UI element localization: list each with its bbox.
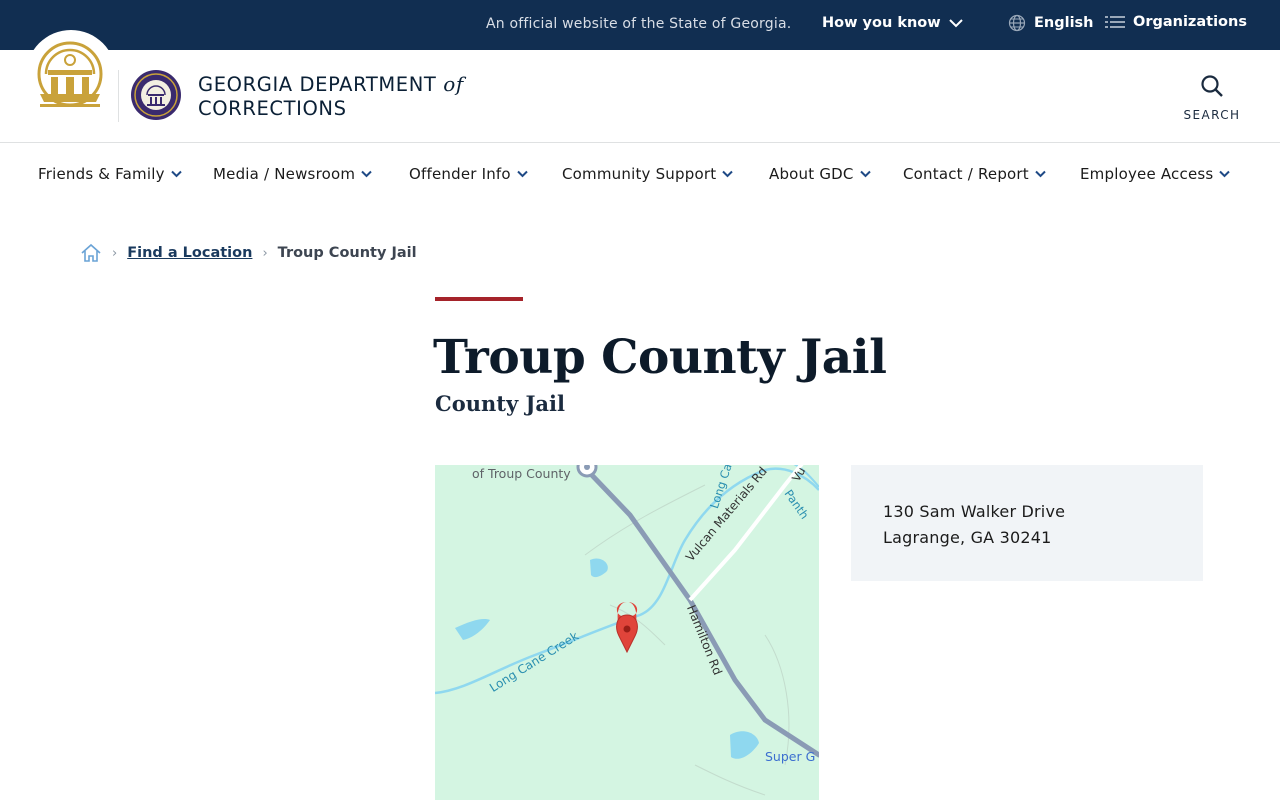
title-accent-bar (435, 297, 523, 301)
chevron-down-icon (859, 170, 871, 178)
nav-label: Media / Newsroom (213, 165, 356, 183)
agency-name-line2: CORRECTIONS (198, 97, 347, 120)
nav-employee-access[interactable]: Employee Access (1080, 165, 1231, 183)
location-map[interactable]: of Troup County Vulcan Materials Rd Hami… (435, 465, 819, 800)
main-navigation: Friends & Family Media / Newsroom Offend… (0, 143, 1280, 205)
nav-offender-info[interactable]: Offender Info (409, 165, 528, 183)
nav-label: About GDC (769, 165, 854, 183)
nav-media-newsroom[interactable]: Media / Newsroom (213, 165, 372, 183)
site-header: GEORGIA DEPARTMENT of CORRECTIONS SEARCH (0, 30, 1280, 143)
how-you-know-label: How you know (822, 15, 941, 31)
organizations-label: Organizations (1133, 14, 1247, 30)
search-button[interactable]: SEARCH (1180, 74, 1244, 122)
chevron-down-icon (170, 170, 182, 178)
nav-community-support[interactable]: Community Support (562, 165, 733, 183)
page-subtitle: County Jail (435, 391, 565, 416)
map-label-place: of Troup County (472, 466, 571, 481)
nav-label: Friends & Family (38, 165, 165, 183)
nav-about-gdc[interactable]: About GDC (769, 165, 871, 183)
georgia-seal-logo[interactable] (36, 40, 104, 118)
map-label-business: Super G (765, 749, 816, 764)
address-city: Lagrange, GA 30241 (883, 528, 1052, 547)
globe-icon (1008, 14, 1026, 32)
gdc-seal-logo[interactable] (130, 69, 182, 121)
search-icon (1201, 75, 1223, 97)
list-icon (1105, 16, 1125, 28)
chevron-down-icon (517, 170, 528, 178)
agency-name-of: of (443, 72, 464, 96)
chevron-down-icon (1035, 170, 1046, 178)
breadcrumb-current: Troup County Jail (277, 245, 417, 261)
chevron-down-icon (948, 19, 963, 28)
breadcrumb-find-location-link[interactable]: Find a Location (127, 245, 252, 261)
breadcrumb-separator-icon: › (112, 245, 118, 261)
chevron-down-icon (361, 170, 372, 178)
address-card: 130 Sam Walker Drive Lagrange, GA 30241 (851, 465, 1203, 581)
official-banner: An official website of the State of Geor… (0, 0, 1280, 50)
language-selector[interactable]: English (1008, 14, 1094, 32)
nav-label: Employee Access (1080, 165, 1214, 183)
nav-friends-family[interactable]: Friends & Family (38, 165, 182, 183)
nav-label: Contact / Report (903, 165, 1029, 183)
chevron-down-icon (722, 170, 733, 178)
agency-name-line1: GEORGIA DEPARTMENT (198, 73, 437, 96)
home-icon[interactable] (80, 242, 102, 264)
logo-divider (118, 70, 119, 122)
language-label: English (1034, 15, 1094, 31)
search-label: SEARCH (1183, 108, 1241, 122)
official-website-text: An official website of the State of Geor… (486, 16, 792, 32)
breadcrumb: › Find a Location › Troup County Jail (80, 241, 417, 265)
page-title: Troup County Jail (433, 330, 887, 385)
address-street: 130 Sam Walker Drive (883, 502, 1066, 521)
nav-label: Community Support (562, 165, 717, 183)
breadcrumb-separator-icon: › (262, 245, 268, 261)
chevron-down-icon (1219, 170, 1231, 178)
how-you-know-button[interactable]: How you know (822, 15, 963, 31)
nav-contact-report[interactable]: Contact / Report (903, 165, 1046, 183)
agency-name[interactable]: GEORGIA DEPARTMENT of CORRECTIONS (198, 72, 464, 121)
nav-label: Offender Info (409, 165, 511, 183)
organizations-button[interactable]: Organizations (1105, 14, 1247, 30)
